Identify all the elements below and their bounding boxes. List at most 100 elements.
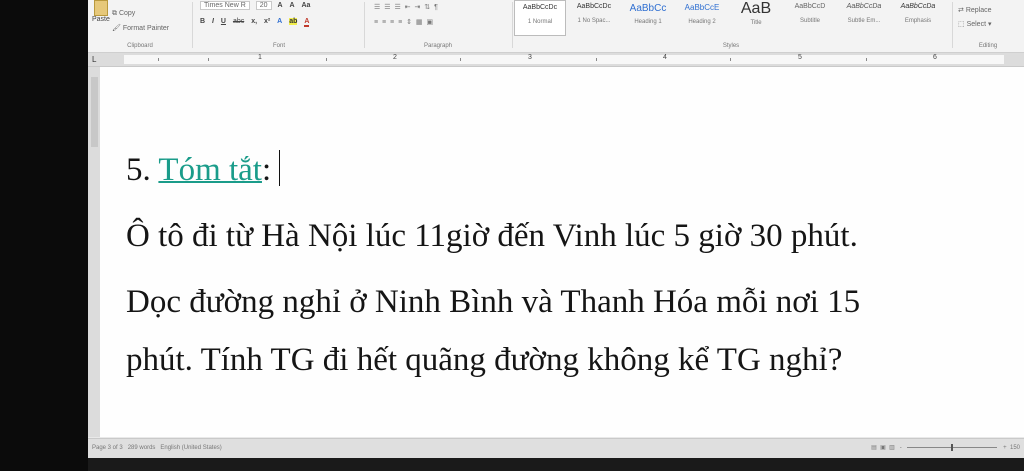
taskbar-strip <box>88 458 1024 471</box>
ruler-tick <box>866 58 867 61</box>
word-window: Paste ⧉ Copy 🖌 Format Painter Clipboard … <box>88 0 1024 471</box>
tab-selector-icon[interactable]: L <box>92 55 96 64</box>
style-no-spacing[interactable]: AaBbCcDc 1 No Spac... <box>568 0 620 36</box>
ruler-number: 2 <box>393 54 397 61</box>
vertical-ruler-margin <box>91 77 98 147</box>
change-case-button[interactable]: Aa <box>301 2 310 9</box>
heading-link[interactable]: Tóm tắt <box>158 152 262 188</box>
shrink-font-button[interactable]: A <box>289 2 294 9</box>
replace-button[interactable]: ⇄ Replace <box>958 6 992 14</box>
paste-label: Paste <box>92 16 110 23</box>
style-subtitle[interactable]: AaBbCcD Subtitle <box>784 0 836 36</box>
zoom-level[interactable]: 150 <box>1010 445 1020 451</box>
document-page[interactable]: 5. Tóm tắt: Ô tô đi từ Hà Nội lúc 11giờ … <box>100 67 1024 437</box>
strikethrough-button[interactable]: abc <box>233 18 244 25</box>
subscript-button[interactable]: x, <box>251 18 257 25</box>
ruler-tick <box>326 58 327 61</box>
ruler-number: 5 <box>798 54 802 61</box>
paragraph-line-2: Dọc đường nghỉ ở Ninh Bình và Thanh Hóa … <box>126 284 861 320</box>
zoom-slider-thumb[interactable] <box>951 443 954 451</box>
ruler-text-area <box>124 55 1004 64</box>
document-body[interactable]: 5. Tóm tắt: Ô tô đi từ Hà Nội lúc 11giờ … <box>126 141 1006 389</box>
style-name: Heading 1 <box>634 19 662 25</box>
style-normal[interactable]: AaBbCcDc 1 Normal <box>514 0 566 36</box>
style-name: Subtle Em... <box>847 18 881 24</box>
read-mode-icon[interactable]: ▤ <box>871 445 877 451</box>
heading-number: 5. <box>126 152 151 188</box>
ruler-tick <box>158 58 159 61</box>
paragraph-group: ☰ ☰ ☰ ⇤ ⇥ ⇅ ¶ ≡ ≡ ≡ ≡ ⇕ ▦ ▣ Paragraph <box>366 0 510 52</box>
style-emphasis[interactable]: AaBbCcDa Emphasis <box>892 0 944 36</box>
style-sample: AaBbCcDc <box>576 3 612 10</box>
list-buttons[interactable]: ☰ ☰ ☰ ⇤ ⇥ ⇅ ¶ <box>374 3 439 11</box>
zoom-slider[interactable] <box>907 443 998 451</box>
replace-label: Replace <box>965 7 992 14</box>
superscript-button[interactable]: x² <box>264 18 270 25</box>
style-sample: AaBbCc <box>629 3 667 14</box>
style-heading-1[interactable]: AaBbCc Heading 1 <box>622 0 674 36</box>
style-sample: AaBbCcE <box>684 3 720 12</box>
font-size-select[interactable]: 20 <box>255 1 272 10</box>
copy-button[interactable]: ⧉ Copy <box>112 10 135 18</box>
ruler-number: 3 <box>528 54 532 61</box>
style-sample: AaBbCcDa <box>846 3 882 10</box>
ribbon: Paste ⧉ Copy 🖌 Format Painter Clipboard … <box>88 0 1024 53</box>
divider <box>952 2 953 48</box>
ruler-number: 6 <box>933 54 937 61</box>
bold-button[interactable]: B <box>200 18 205 25</box>
ruler-tick <box>460 58 461 61</box>
select-button[interactable]: ⬚ Select ▾ <box>958 20 992 28</box>
clipboard-icon <box>94 0 108 16</box>
ruler-number: 4 <box>663 54 667 61</box>
ruler-tick <box>730 58 731 61</box>
paste-button[interactable]: Paste <box>90 0 110 24</box>
copy-label: Copy <box>118 10 136 17</box>
text-effects-icon[interactable]: A <box>277 18 282 25</box>
select-label: Select <box>966 21 987 28</box>
highlight-icon[interactable]: ab <box>289 18 298 25</box>
paragraph-line-1: Ô tô đi từ Hà Nội lúc 11giờ đến Vinh lúc… <box>126 218 858 254</box>
font-label: Font <box>272 43 285 49</box>
grow-font-button[interactable]: A <box>277 2 282 9</box>
style-name: Title <box>750 20 762 26</box>
language-indicator[interactable]: English (United States) <box>160 445 221 451</box>
paragraph-label: Paragraph <box>423 43 453 49</box>
editing-label: Editing <box>978 43 998 49</box>
clipboard-label: Clipboard <box>127 43 153 49</box>
horizontal-ruler[interactable]: L 1 2 3 4 5 6 <box>88 53 1024 67</box>
font-name-select[interactable]: Times New R <box>200 1 250 10</box>
print-layout-icon[interactable]: ▣ <box>880 445 886 451</box>
text-cursor <box>279 150 281 186</box>
ruler-tick <box>596 58 597 61</box>
ruler-tick <box>208 58 209 61</box>
zoom-out-button[interactable]: - <box>900 445 902 451</box>
vertical-ruler[interactable] <box>88 67 100 437</box>
style-name: Emphasis <box>904 18 932 24</box>
style-subtle-emphasis[interactable]: AaBbCcDa Subtle Em... <box>838 0 890 36</box>
font-color-icon[interactable]: A <box>304 18 310 27</box>
ruler-number: 1 <box>258 54 262 61</box>
paragraph-line-3: phút. Tính TG đi hết quãng đường không k… <box>126 342 843 378</box>
styles-gallery: AaBbCcDc 1 Normal AaBbCcDc 1 No Spac... … <box>514 0 948 36</box>
web-layout-icon[interactable]: ▥ <box>889 445 895 451</box>
styles-label: Styles <box>722 43 740 49</box>
style-title[interactable]: AaB Title <box>730 0 782 36</box>
divider <box>512 2 513 48</box>
style-sample: AaBbCcDc <box>522 4 558 11</box>
page-count[interactable]: Page 3 of 3 <box>92 445 123 451</box>
section-heading: 5. Tóm tắt: <box>126 141 1006 199</box>
style-name: Heading 2 <box>688 19 716 25</box>
italic-button[interactable]: I <box>212 18 214 25</box>
divider <box>364 2 365 48</box>
word-count[interactable]: 289 words <box>128 445 156 451</box>
format-painter-label: Format Painter <box>122 25 170 32</box>
align-buttons[interactable]: ≡ ≡ ≡ ≡ ⇕ ▦ ▣ <box>374 18 434 26</box>
format-painter-button[interactable]: 🖌 Format Painter <box>112 24 169 32</box>
style-sample: AaBbCcDa <box>900 3 936 10</box>
clipboard-group: Paste ⧉ Copy 🖌 Format Painter Clipboard <box>88 0 192 52</box>
underline-button[interactable]: U <box>221 18 226 25</box>
style-heading-2[interactable]: AaBbCcE Heading 2 <box>676 0 728 36</box>
zoom-in-button[interactable]: + <box>1003 445 1007 451</box>
font-group: Times New R 20 A A Aa B I U abc x, x² A … <box>194 0 364 52</box>
style-name: Subtitle <box>799 18 820 24</box>
